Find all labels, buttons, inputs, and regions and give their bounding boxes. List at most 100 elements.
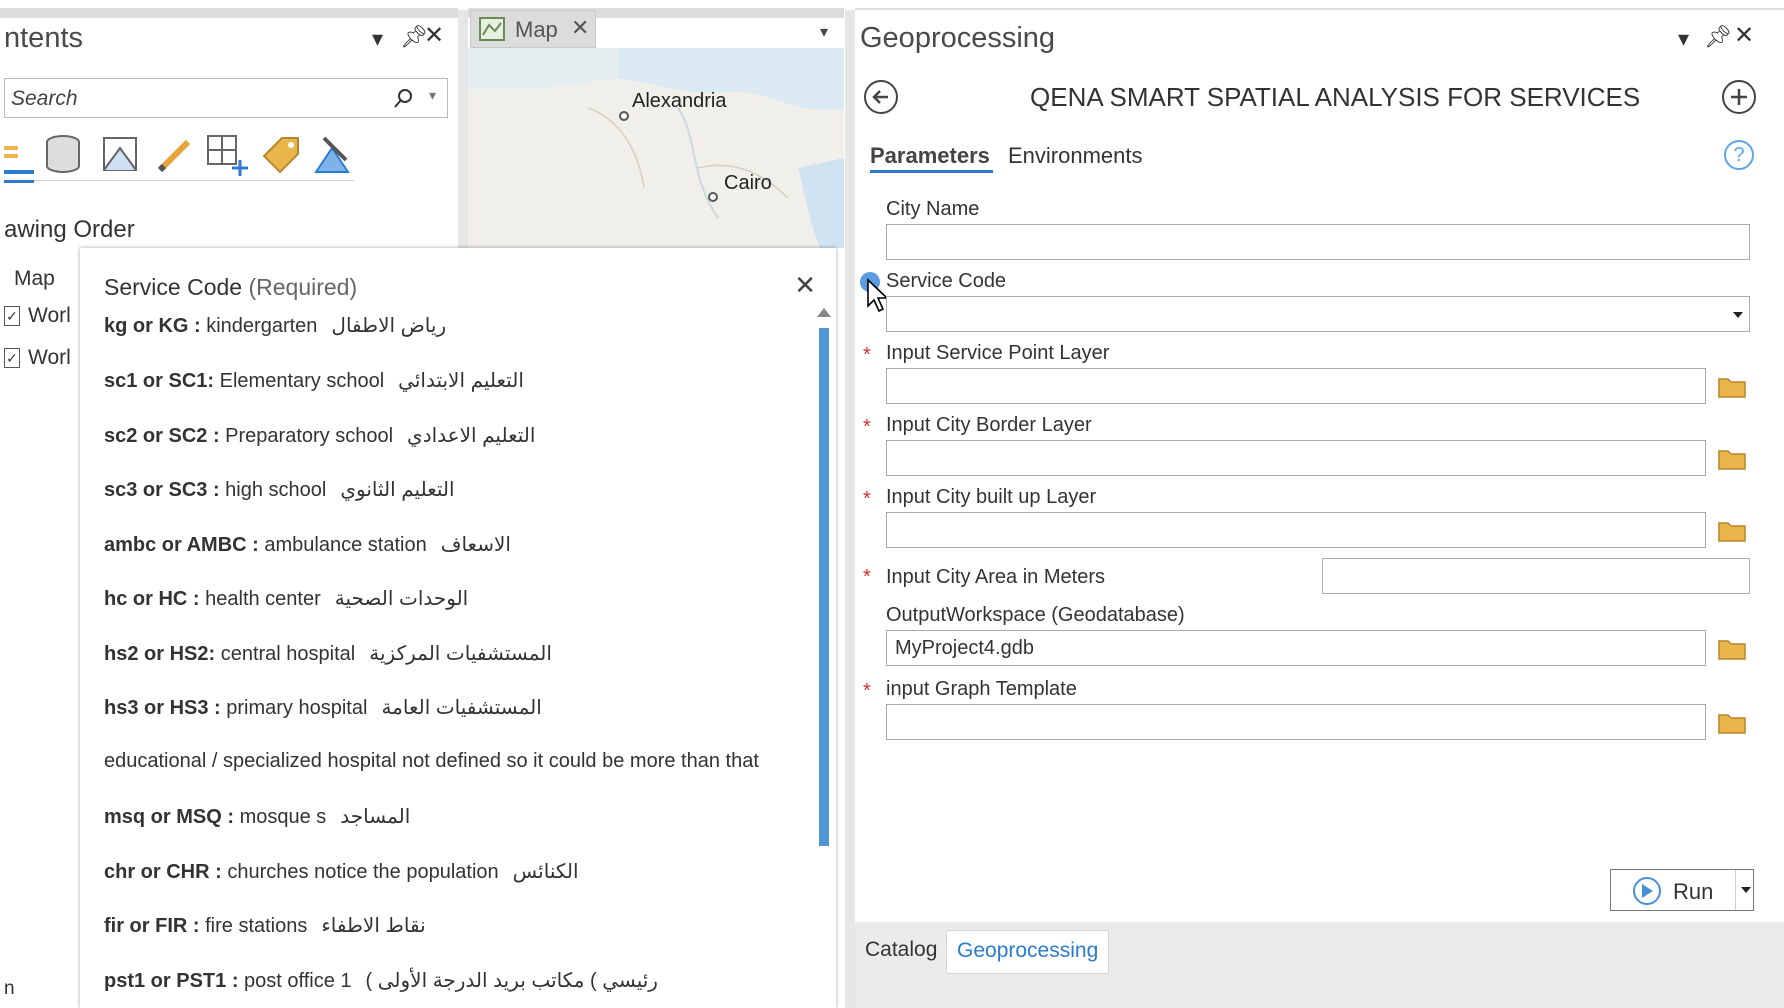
popup-title: Service Code (Required) (104, 274, 357, 301)
popup-title-text: Service Code (104, 274, 243, 300)
tab-parameters[interactable]: Parameters (870, 143, 990, 169)
close-icon[interactable]: ✕ (1734, 24, 1754, 48)
service-code-description: kindergarten (206, 315, 318, 337)
service-code-key: kg or KG : (104, 315, 201, 337)
scrollbar-thumb[interactable] (819, 328, 829, 846)
folder-icon[interactable] (1718, 712, 1746, 734)
service-code-key: ambc or AMBC : (104, 534, 259, 556)
close-icon[interactable]: ✕ (571, 15, 589, 41)
required-star: * (863, 566, 871, 588)
layer-row[interactable]: ✓ Worl (4, 304, 71, 328)
layer-row[interactable]: ✓ Worl (4, 346, 71, 370)
layer-checkbox[interactable]: ✓ (4, 348, 20, 369)
service-code-row: educational / specialized hospital not d… (104, 750, 759, 773)
add-grid-icon[interactable] (204, 132, 250, 178)
chevron-down-icon[interactable]: ▾ (820, 22, 828, 42)
layer-name: Worl (28, 304, 71, 327)
search-input[interactable]: Search ▾ (4, 78, 448, 118)
folder-icon[interactable] (1718, 376, 1746, 398)
service-code-row: hs2 or HS2: central hospital المستشفيات ا… (104, 641, 552, 666)
contents-title: ntents (4, 22, 83, 54)
service-code-arabic: نقاط الاطفاء (321, 915, 426, 937)
param-label-city-border: Input City Border Layer (886, 414, 1092, 436)
symbology-icon[interactable] (310, 132, 356, 178)
service-code-key: hc or HC : (104, 588, 200, 610)
service-code-arabic: رياض الاطفال (331, 315, 447, 337)
service-code-row: ambc or AMBC : ambulance station الاسعاف (104, 532, 511, 557)
service-code-row: fir or FIR : fire stations نقاط الاطفاء (104, 913, 426, 938)
service-code-description: primary hospital (226, 697, 368, 719)
popup-title-required: (Required) (248, 274, 358, 300)
city-marker (619, 111, 629, 121)
city-border-layer-field[interactable] (886, 440, 1706, 476)
chevron-down-icon (1733, 312, 1743, 318)
layer-name: Worl (28, 346, 71, 369)
service-code-description: mosque s (239, 806, 327, 828)
pane-splitter[interactable] (845, 10, 855, 1008)
city-name-field[interactable] (886, 224, 1750, 260)
output-workspace-field[interactable]: MyProject4.gdb (886, 630, 1706, 666)
tree-map-node[interactable]: Map (14, 267, 55, 291)
service-code-description: high school (225, 479, 327, 501)
service-code-row: hc or HC : health center الوحدات الصحية (104, 586, 468, 611)
layer-checkbox[interactable]: ✓ (4, 306, 20, 327)
toolbar-divider (4, 180, 354, 181)
pencil-icon[interactable] (152, 132, 198, 178)
built-up-layer-field[interactable] (886, 512, 1706, 548)
service-code-row: chr or CHR : churches notice the populat… (104, 859, 579, 884)
add-button[interactable] (1722, 80, 1756, 114)
chevron-down-icon[interactable] (1741, 887, 1751, 893)
search-icon[interactable] (393, 87, 415, 109)
status-text: n (4, 978, 15, 999)
back-button[interactable] (864, 80, 898, 114)
city-area-field[interactable] (1322, 558, 1750, 594)
close-icon[interactable]: ✕ (424, 24, 444, 48)
help-icon[interactable]: ? (1724, 140, 1754, 170)
tab-environments[interactable]: Environments (1008, 143, 1143, 169)
close-icon[interactable]: ✕ (794, 270, 816, 301)
service-code-arabic: الوحدات الصحية (334, 588, 469, 610)
scroll-up-icon[interactable] (817, 308, 831, 317)
service-code-key: pst1 or PST1 : (104, 970, 239, 992)
map-icon (479, 17, 505, 41)
chevron-down-icon[interactable]: ▾ (372, 28, 383, 50)
map-tab-label: Map (515, 17, 558, 42)
label-tag-icon[interactable] (258, 132, 304, 178)
folder-icon[interactable] (1718, 448, 1746, 470)
service-code-key: sc1 or SC1: (104, 370, 215, 392)
param-label-built-up: Input City built up Layer (886, 486, 1097, 508)
service-code-row: msq or MSQ : mosque s المساجد (104, 804, 410, 829)
service-point-layer-field[interactable] (886, 368, 1706, 404)
chevron-down-icon[interactable]: ▾ (1678, 28, 1689, 50)
param-label-city-name: City Name (886, 198, 980, 220)
service-code-arabic: المستشفيات العامة (381, 697, 542, 719)
service-code-arabic: المساجد (340, 806, 411, 828)
service-code-dropdown[interactable] (886, 296, 1750, 332)
service-code-key: chr or CHR : (104, 861, 222, 883)
tab-geoprocessing[interactable]: Geoprocessing (946, 930, 1110, 974)
pin-icon[interactable]: 📌︎ (1704, 26, 1732, 48)
param-label-workspace: OutputWorkspace (Geodatabase) (886, 604, 1185, 626)
service-code-arabic: الكنائس (512, 861, 579, 883)
pane-top-strip (0, 8, 458, 18)
tab-catalog[interactable]: Catalog (855, 930, 948, 974)
run-button[interactable]: Run (1610, 869, 1754, 911)
folder-icon[interactable] (1718, 520, 1746, 542)
param-label-area: Input City Area in Meters (886, 566, 1105, 588)
graph-template-field[interactable] (886, 704, 1706, 740)
search-options-icon[interactable]: ▾ (429, 87, 436, 104)
service-code-arabic: رئيسي ) مكاتب بريد الدرجة الأولى ) (365, 970, 658, 992)
tab-map[interactable]: Map ✕ (470, 10, 596, 48)
source-icon[interactable] (98, 132, 144, 178)
run-label: Run (1673, 879, 1714, 904)
required-star: * (863, 488, 871, 510)
search-placeholder: Search (11, 87, 78, 110)
folder-icon[interactable] (1718, 638, 1746, 660)
map-view[interactable]: Alexandria Cairo (468, 48, 844, 248)
active-tab-underline (870, 170, 993, 173)
section-heading: awing Order (4, 216, 135, 243)
service-code-key: hs2 or HS2: (104, 643, 216, 665)
service-code-key: hs3 or HS3 : (104, 697, 221, 719)
service-code-tooltip: Service Code (Required) ✕ kg or KG : kin… (80, 248, 836, 1008)
database-icon[interactable] (40, 132, 86, 178)
